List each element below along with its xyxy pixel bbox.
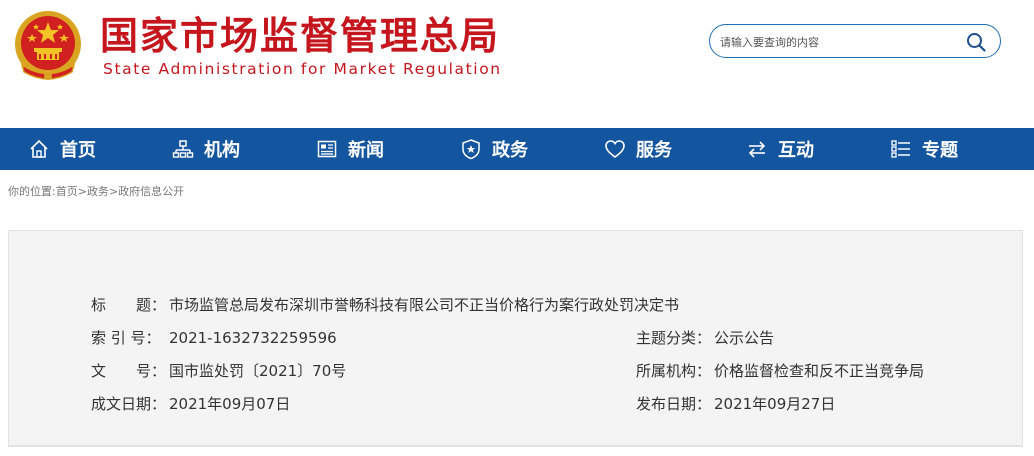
breadcrumb-link-affairs[interactable]: 政务 [87,185,109,198]
index-label: 索 引 号： [91,329,161,347]
exchange-icon [748,141,766,158]
home-icon [30,139,48,158]
site-title-cn: 国家市场监督管理总局 [100,14,501,58]
breadcrumb: 你的位置:首页>政务>政府信息公开 [8,183,184,199]
breadcrumb-link-gov-info[interactable]: 政府信息公开 [118,185,184,198]
created-label: 成文日期： [91,395,167,413]
info-row-published: 发布日期： 2021年09月27日 [636,394,835,414]
info-row-org: 所属机构： 价格监督检查和反不正当竞争局 [636,361,924,381]
info-row-topic: 主题分类： 公示公告 [636,328,774,348]
news-icon [317,140,337,158]
breadcrumb-separator: > [77,185,87,198]
info-row-created: 成文日期： 2021年09月07日 [91,394,290,414]
nav-label: 机构 [204,140,240,161]
info-row-title: 标 题： 市场监管总局发布深圳市誉畅科技有限公司不正当价格行为案行政处罚决定书 [91,295,679,315]
docno-label: 文 号： [91,362,167,380]
title-label: 标 题： [91,296,167,314]
breadcrumb-separator: > [108,185,119,198]
org-icon [172,140,194,158]
nav-item-news[interactable]: 新闻 [316,128,384,170]
affairs-icon [462,139,480,160]
nav-item-affairs[interactable]: 政务 [460,128,528,170]
nav-item-org[interactable]: 机构 [172,128,240,170]
nav-item-service[interactable]: 服务 [604,128,672,170]
org-value: 价格监督检查和反不正当竞争局 [714,362,925,380]
breadcrumb-prefix: 你的位置: [8,185,56,198]
main-nav: 首页 机构 新闻 政务 服务 互动 专题 [0,128,1034,170]
published-label: 发布日期： [636,395,712,413]
topic-label: 主题分类： [636,329,712,347]
nav-label: 服务 [636,140,672,161]
heart-icon [605,140,625,159]
document-info-panel: 标 题： 市场监管总局发布深圳市誉畅科技有限公司不正当价格行为案行政处罚决定书 索… [8,230,1023,446]
created-value: 2021年09月07日 [169,395,291,413]
info-row-index: 索 引 号： 2021-1632732259596 [91,328,337,348]
topics-icon [891,140,910,158]
docno-value: 国市监处罚〔2021〕70号 [169,362,347,380]
nav-label: 专题 [922,140,958,161]
site-title-en: State Administration for Market Regulati… [103,60,502,78]
search-input[interactable] [720,33,960,51]
breadcrumb-link-home[interactable]: 首页 [56,185,78,198]
nav-label: 互动 [778,140,814,161]
info-row-docno: 文 号： 国市监处罚〔2021〕70号 [91,361,346,381]
site-header: 国家市场监督管理总局 State Administration for Mark… [0,0,1034,128]
published-value: 2021年09月27日 [714,395,836,413]
nav-item-home[interactable]: 首页 [28,128,96,170]
nav-item-interaction[interactable]: 互动 [746,128,814,170]
nav-label: 政务 [492,140,528,161]
nav-item-topics[interactable]: 专题 [890,128,958,170]
index-value: 2021-1632732259596 [169,329,337,347]
nav-label: 首页 [60,140,96,161]
nav-label: 新闻 [348,140,384,161]
org-label: 所属机构： [636,362,712,380]
title-value: 市场监管总局发布深圳市誉畅科技有限公司不正当价格行为案行政处罚决定书 [169,296,680,314]
topic-value: 公示公告 [714,329,775,347]
national-emblem-icon [15,11,81,80]
search-box [709,24,1001,58]
content-divider [8,446,1023,456]
search-icon[interactable] [965,31,987,53]
